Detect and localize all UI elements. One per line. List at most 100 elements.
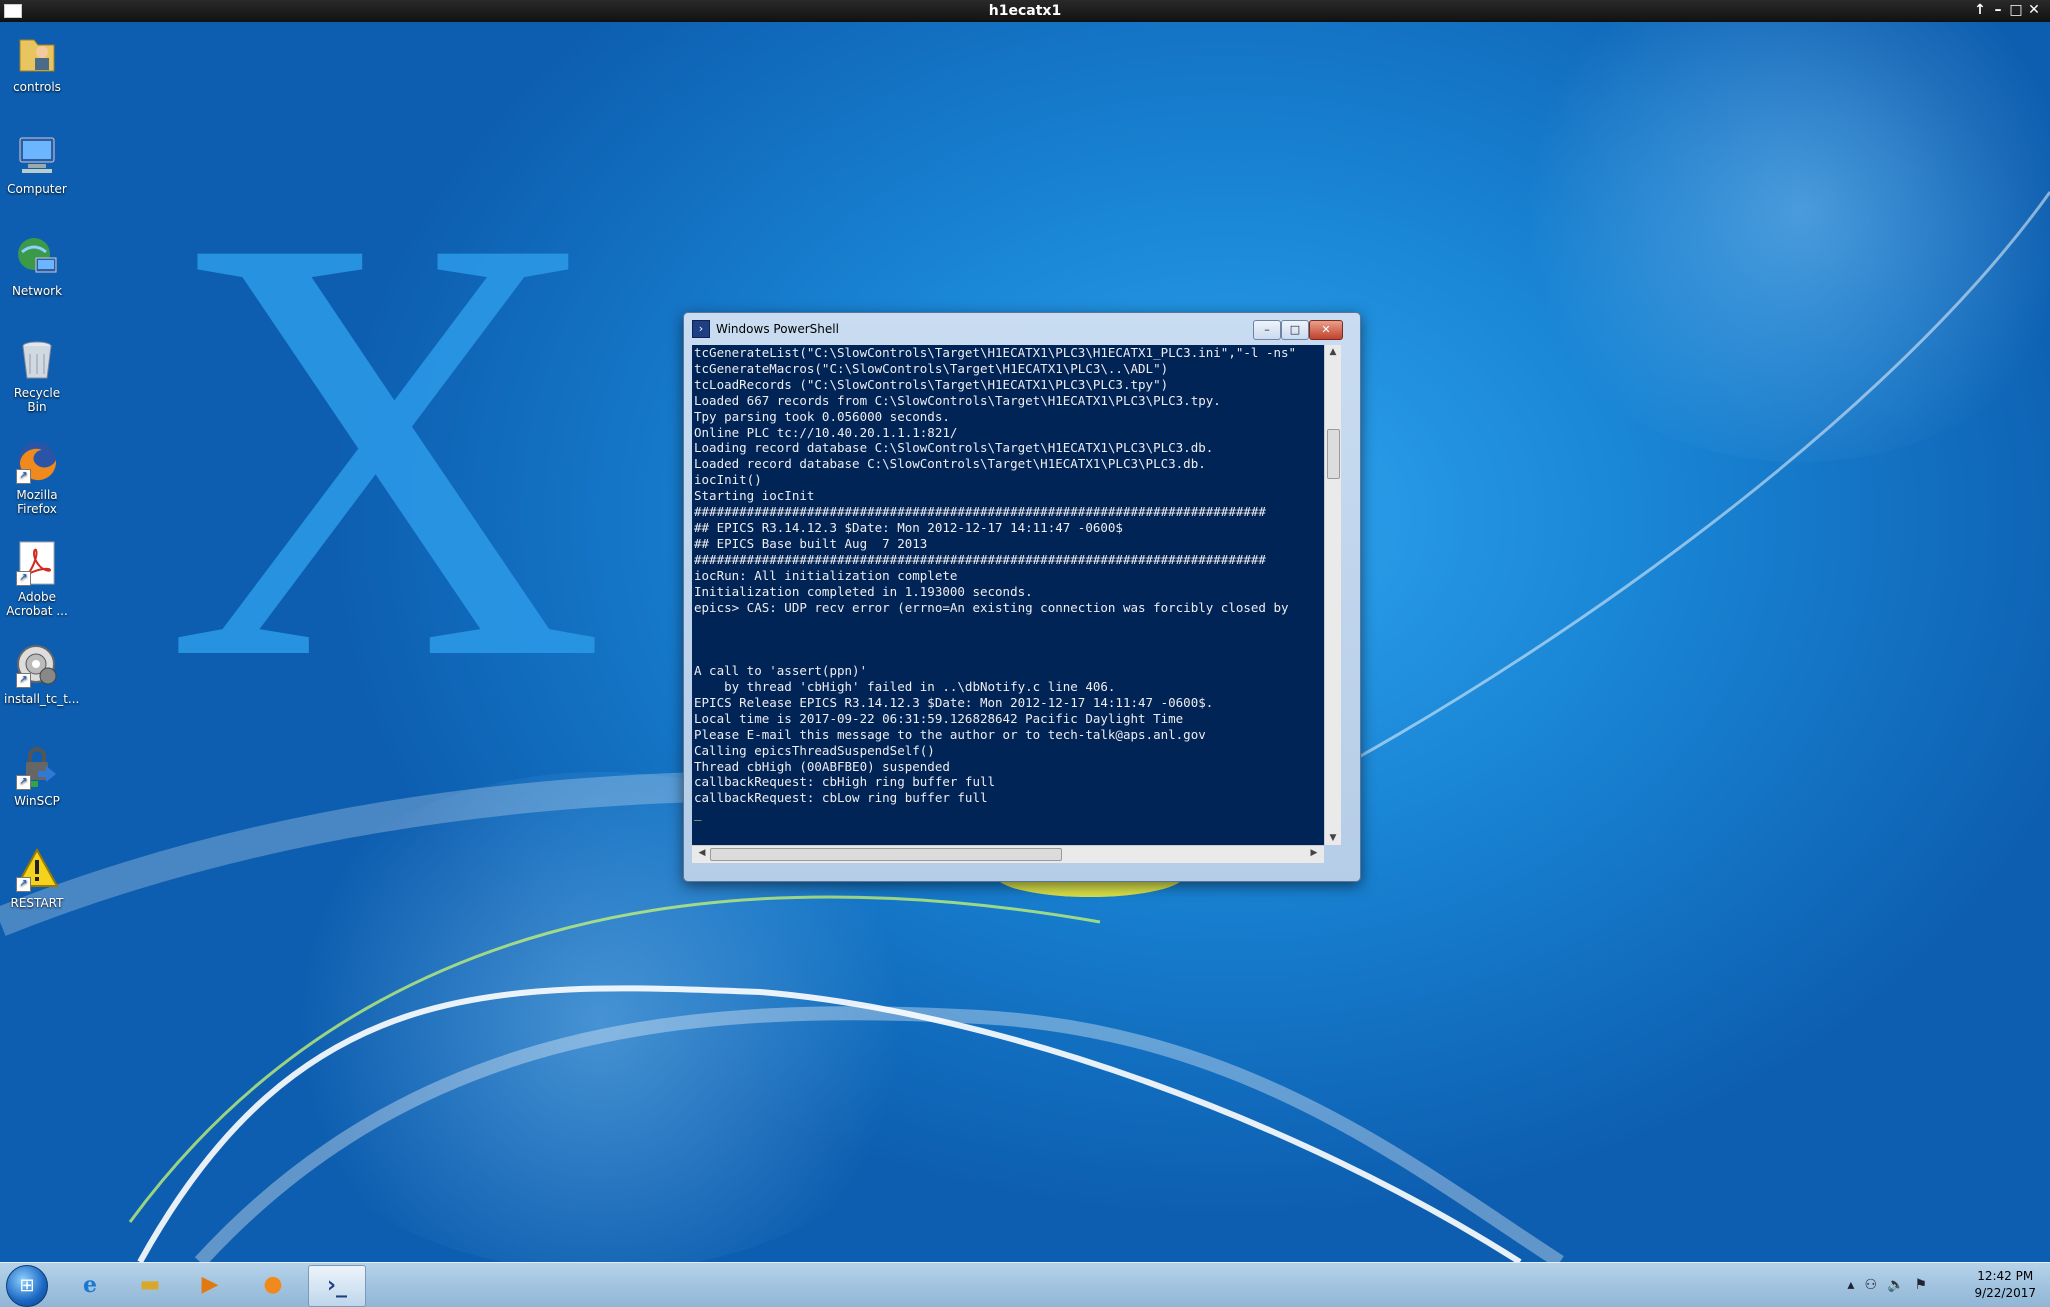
minimize-button[interactable]: – [1253,320,1281,340]
media-player-icon: ▶ [201,1272,219,1297]
firefox-icon: ● [263,1272,283,1297]
viewer-minimize-icon[interactable]: – [1990,2,2006,18]
console-line: by thread 'cbHigh' failed in ..\dbNotify… [694,679,1116,695]
desktop-icon-computer[interactable]: Computer [4,132,70,196]
taskbar-internet-explorer[interactable]: e [62,1265,118,1305]
console-line: tcGenerateList("C:\SlowControls\Target\H… [694,345,1297,360]
console-line: Tpy parsing took 0.056000 seconds. [694,408,950,424]
scroll-up-icon[interactable]: ▲ [1325,347,1341,357]
viewer-close-icon[interactable]: ✕ [2026,2,2042,18]
viewer-maximize-icon[interactable]: □ [2008,2,2024,18]
console-line: Loaded record database C:\SlowControls\T… [694,456,1206,472]
shortcut-arrow-icon: ↗ [16,571,31,586]
desktop-icon-label: RESTART [10,896,64,910]
desktop-icon-label: controls [13,80,61,94]
gear-disc-icon: ↗ [14,642,60,688]
console-line: ########################################… [694,551,1266,567]
console-line: epics> CAS: UDP recv error (errno=An exi… [694,599,1289,615]
start-button[interactable]: ⊞ [6,1265,48,1307]
folder-icon: ▬ [139,1272,161,1297]
desktop-icon-label: WinSCP [14,794,60,808]
shortcut-arrow-icon: ↗ [16,775,31,790]
console-line: iocInit() [694,472,762,488]
scroll-left-icon[interactable]: ◀ [694,848,710,858]
desktop-icon-label: Recycle Bin [13,386,61,414]
console-line: ## EPICS Base built Aug 7 2013 [694,535,928,551]
taskbar: ⊞ e ▬ ▶ ● ›_ ▴ ⚇ 🔈 ⚑ 12:42 PM 9/22/2017 [0,1262,2050,1307]
shortcut-arrow-icon: ↗ [16,673,31,688]
console-line: tcGenerateMacros("C:\SlowControls\Target… [694,360,1169,376]
system-tray: ▴ ⚇ 🔈 ⚑ [1842,1265,1932,1305]
firefox-icon: ↗ [14,438,60,484]
horizontal-scrollbar[interactable]: ◀ ▶ [692,845,1324,863]
console-line: Calling epicsThreadSuspendSelf() [694,742,935,758]
scroll-down-icon[interactable]: ▼ [1325,833,1341,843]
console-line: Starting iocInit [694,488,815,504]
powershell-icon: ›_ [326,1273,348,1298]
desktop-icon-install-tc[interactable]: ↗ install_tc_t... [4,642,79,706]
folder-user-icon [14,30,60,76]
close-button[interactable]: ✕ [1309,320,1343,340]
desktop-icon-recycle-bin[interactable]: Recycle Bin [4,336,70,414]
vertical-scroll-thumb[interactable] [1327,429,1340,479]
console-line: Local time is 2017-09-22 06:31:59.126828… [694,710,1184,726]
desktop-icon-label: install_tc_t... [4,692,80,706]
acrobat-icon: ↗ [14,540,60,586]
desktop-icon-label: Adobe Acrobat ... [6,590,68,618]
desktop-icon-restart[interactable]: ↗ RESTART [4,846,70,910]
powershell-icon: › [692,320,710,338]
taskbar-media-player[interactable]: ▶ [182,1265,238,1305]
computer-icon [14,132,60,178]
console-line: ########################################… [694,504,1266,520]
taskbar-firefox[interactable]: ● [245,1265,301,1305]
console-cursor: _ [694,806,702,822]
recycle-bin-icon [14,336,60,382]
viewer-pin-icon[interactable]: ↑ [1972,2,1988,18]
shortcut-arrow-icon: ↗ [16,877,31,892]
shortcut-arrow-icon: ↗ [16,469,31,484]
console-line: callbackRequest: cbLow ring buffer full [694,790,988,806]
desktop-icon-firefox[interactable]: ↗ Mozilla Firefox [4,438,70,516]
network-tray-icon[interactable]: ⚇ [1864,1277,1877,1293]
viewer-title: h1ecatx1 [988,3,1062,19]
console-output[interactable]: tcGenerateList("C:\SlowControls\Target\H… [692,345,1324,845]
powershell-window[interactable]: › Windows PowerShell – □ ✕ tcGenerateLis… [683,312,1361,882]
show-hidden-icons-icon[interactable]: ▴ [1847,1277,1854,1293]
console-line: Please E-mail this message to the author… [694,726,1206,742]
console-line: Online PLC tc://10.40.20.1.1.1:821/ [694,424,958,440]
maximize-button[interactable]: □ [1281,320,1309,340]
network-icon [14,234,60,280]
console-line: Loaded 667 records from C:\SlowControls\… [694,392,1221,408]
viewer-titlebar: h1ecatx1 ↑ – □ ✕ [0,0,2050,23]
warning-icon: ↗ [14,846,60,892]
console-line: Initialization completed in 1.193000 sec… [694,583,1033,599]
console-line: Thread cbHigh (00ABFBE0) suspended [694,758,950,774]
scroll-right-icon[interactable]: ▶ [1306,848,1322,858]
viewer-menu-icon[interactable] [4,4,22,18]
system-clock[interactable]: 12:42 PM 9/22/2017 [1974,1268,2036,1302]
console-line: ## EPICS R3.14.12.3 $Date: Mon 2012-12-1… [694,519,1123,535]
console-line: tcLoadRecords ("C:\SlowControls\Target\H… [694,376,1169,392]
desktop-icon-controls[interactable]: controls [4,30,70,94]
desktop[interactable]: X controls Computer Network Recycle Bin [0,22,2050,1262]
desktop-icon-label: Mozilla Firefox [16,488,58,516]
taskbar-windows-explorer[interactable]: ▬ [122,1265,178,1305]
powershell-title: Windows PowerShell [716,322,839,336]
console-line: Loading record database C:\SlowControls\… [694,440,1214,456]
desktop-icon-winscp[interactable]: ↗ WinSCP [4,744,70,808]
action-center-icon[interactable]: ⚑ [1914,1277,1927,1293]
horizontal-scroll-thumb[interactable] [710,848,1062,861]
clock-date: 9/22/2017 [1974,1286,2036,1300]
desktop-icon-label: Network [11,284,63,298]
clock-time: 12:42 PM [1977,1269,2034,1283]
console-line: callbackRequest: cbHigh ring buffer full [694,774,996,790]
volume-icon[interactable]: 🔈 [1887,1277,1904,1293]
vertical-scrollbar[interactable]: ▲ ▼ [1324,345,1341,845]
desktop-icon-network[interactable]: Network [4,234,70,298]
desktop-icon-label: Computer [7,182,67,196]
desktop-icon-acrobat[interactable]: ↗ Adobe Acrobat ... [4,540,70,618]
taskbar-powershell[interactable]: ›_ [308,1265,366,1307]
